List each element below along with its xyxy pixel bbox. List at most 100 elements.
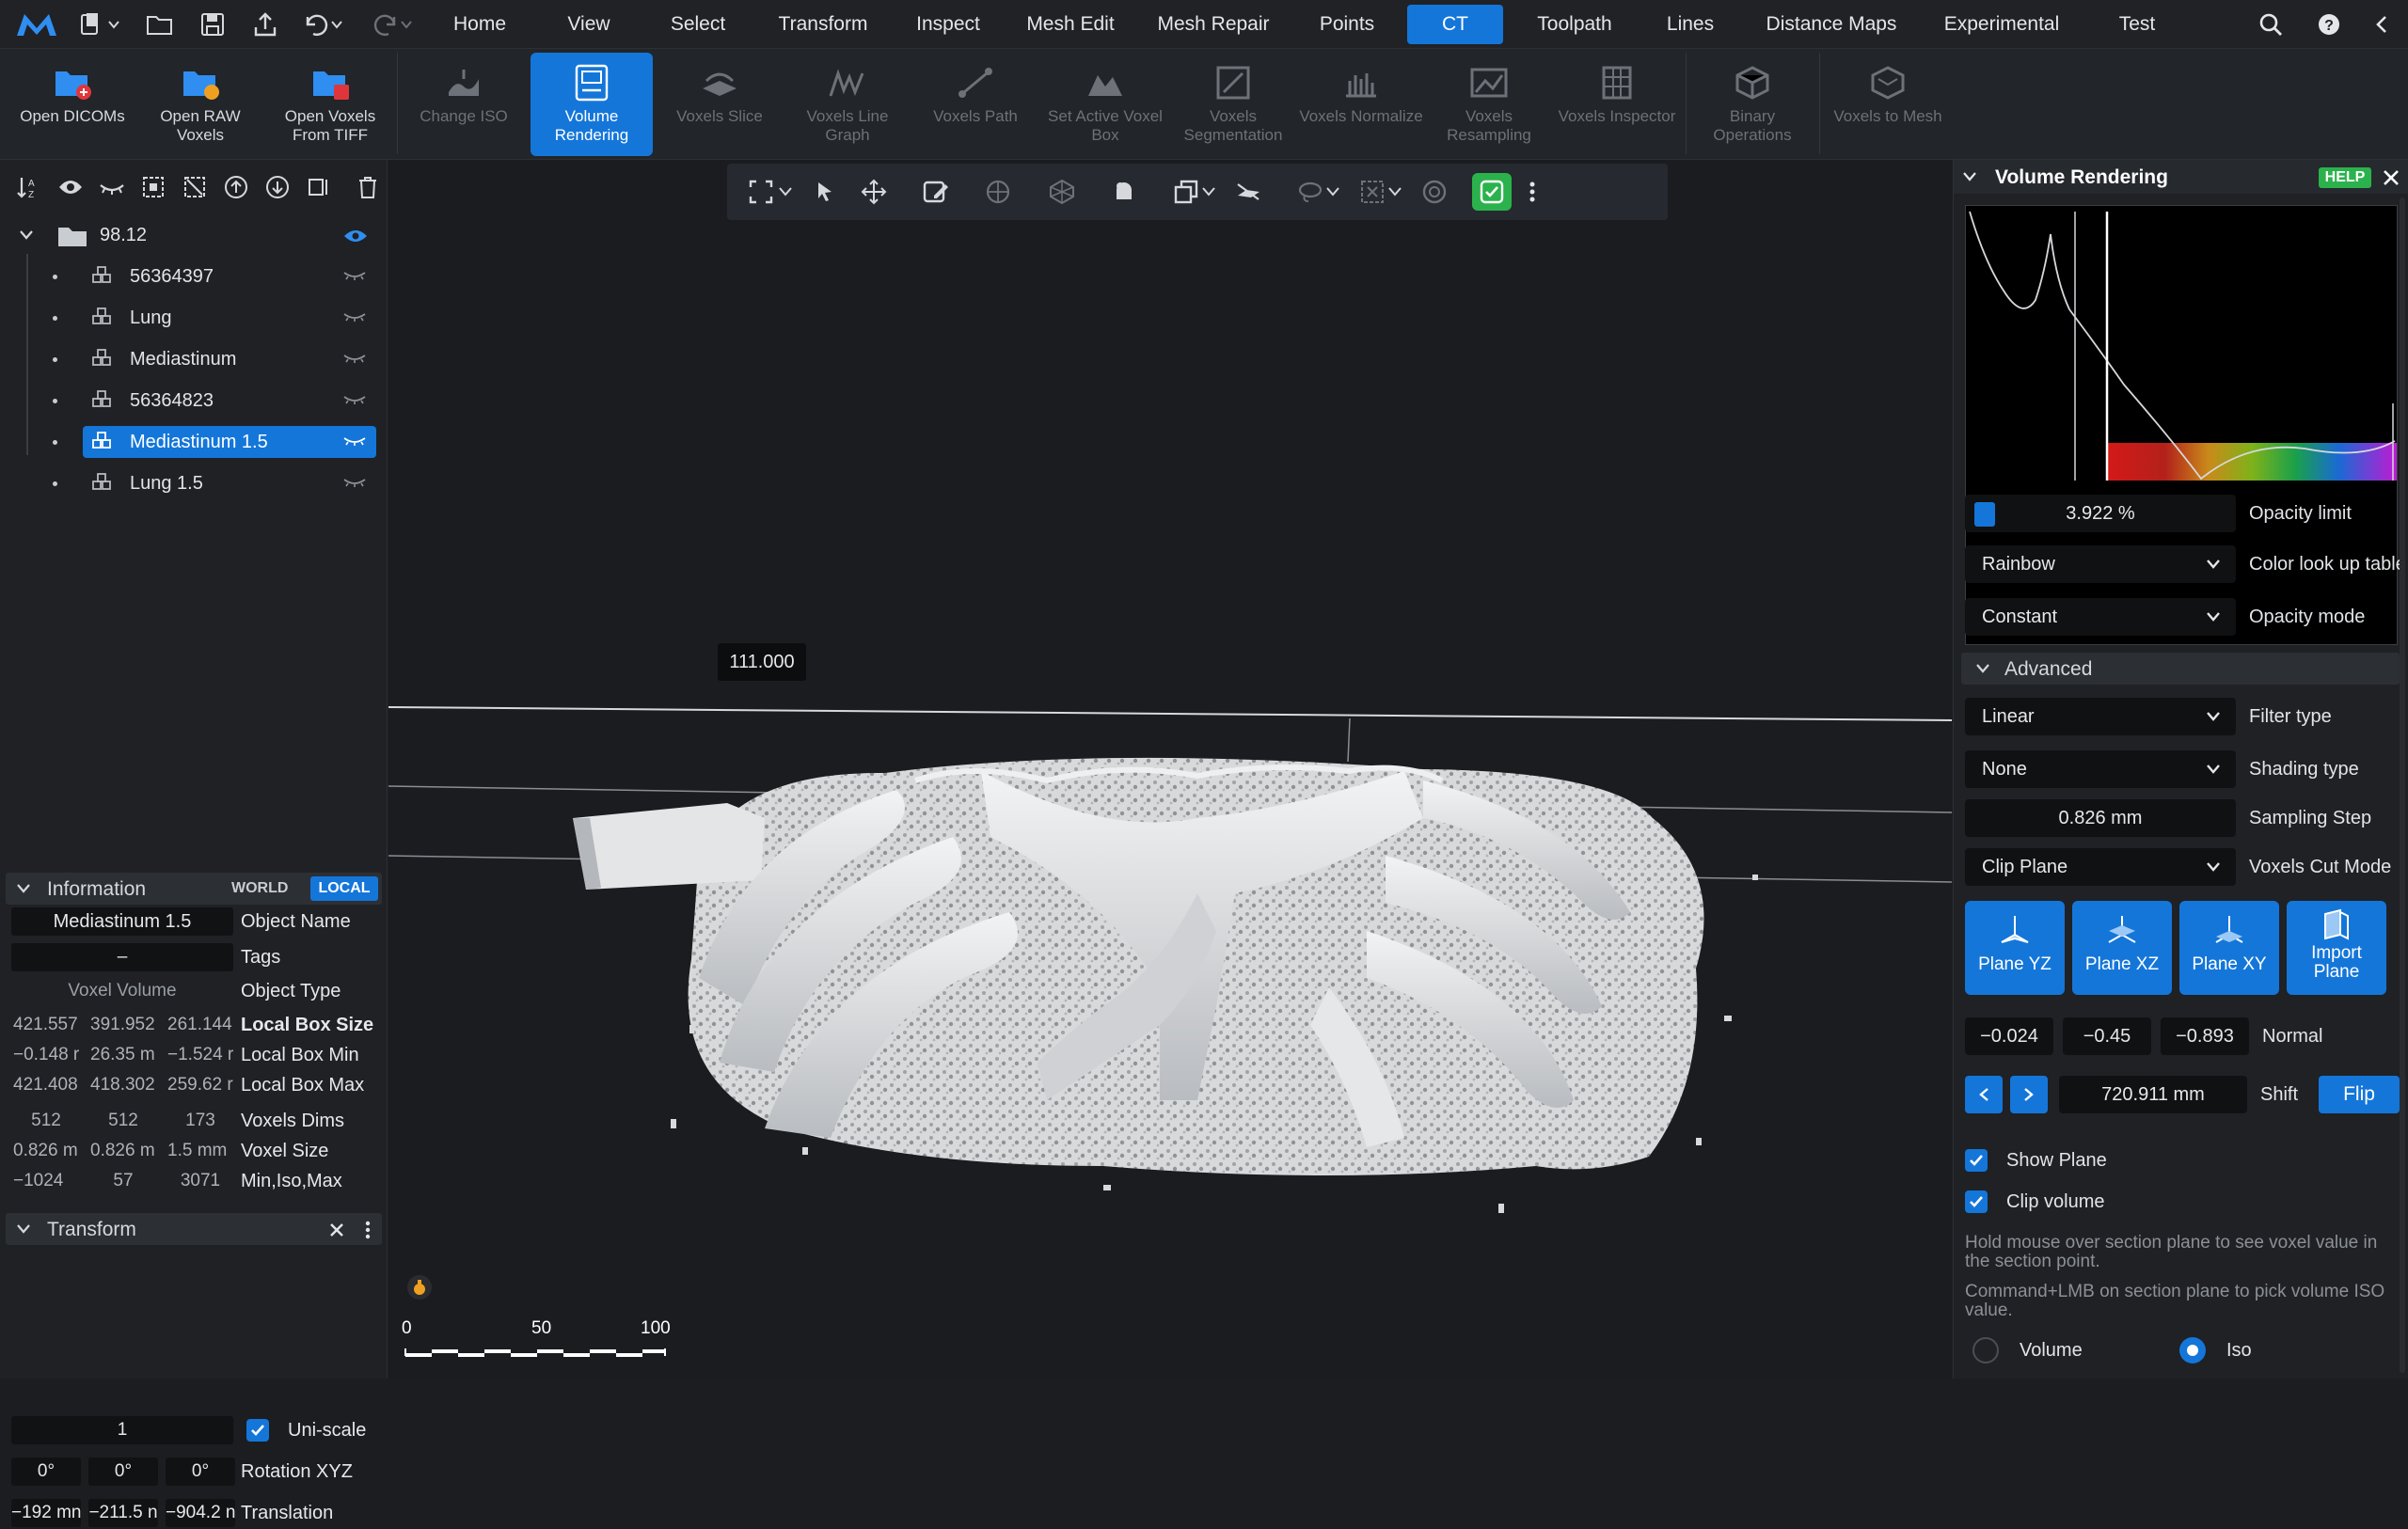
tree-item-mediastinum[interactable]: Mediastinum [0,340,386,378]
clip-volume-checkbox[interactable] [1965,1190,1988,1213]
uniscale-checkbox[interactable] [246,1419,269,1442]
shift-input[interactable]: 720.911 mm [2059,1076,2247,1113]
tree-item-56364397[interactable]: 56364397 [0,258,386,295]
shift-decrease-button[interactable] [1965,1076,2003,1113]
menu-lines[interactable]: Lines [1646,0,1735,49]
open-raw-voxels-button[interactable]: Open RAW Voxels [137,53,263,156]
translation-x-input[interactable]: −192 mn [11,1499,81,1527]
tree-item-lung-1-5[interactable]: Lung 1.5 [0,465,386,502]
close-icon[interactable] [2383,169,2400,186]
hidden-eye-icon[interactable] [342,434,367,448]
voxels-to-mesh-button[interactable]: Voxels to Mesh [1825,53,1951,156]
collapse-chevron-icon[interactable] [2365,9,2399,39]
visibility-eye-icon[interactable] [342,228,369,244]
menu-points[interactable]: Points [1298,0,1396,49]
split-panel-icon[interactable] [305,173,333,201]
menu-toolpath[interactable]: Toolpath [1520,0,1629,49]
tree-item-56364823[interactable]: 56364823 [0,382,386,419]
scale-input[interactable]: 1 [11,1416,233,1444]
rotation-x-input[interactable]: 0° [11,1458,81,1486]
normal-y-input[interactable]: −0.45 [2063,1017,2151,1055]
hidden-eye-icon[interactable] [342,310,367,323]
world-toggle[interactable]: WORLD [231,880,288,897]
hidden-eye-icon[interactable] [342,476,367,489]
color-lut-dropdown[interactable]: Rainbow [1965,545,2236,583]
tags-field[interactable]: – [11,943,233,971]
more-vertical-icon[interactable] [365,1221,371,1239]
normal-x-input[interactable]: −0.024 [1965,1017,2053,1055]
menu-view[interactable]: View [544,0,634,49]
3d-viewport[interactable]: 111.000 0 50 100 [388,160,1952,1379]
rotation-y-input[interactable]: 0° [88,1458,158,1486]
transform-header[interactable]: Transform [6,1213,382,1245]
search-icon[interactable] [2254,9,2288,39]
plane-yz-button[interactable]: Plane YZ [1965,901,2065,995]
hidden-eye-icon[interactable] [98,173,126,201]
voxels-inspector-button[interactable]: Voxels Inspector [1554,53,1680,156]
menu-home[interactable]: Home [433,0,527,49]
visibility-eye-icon[interactable] [56,173,85,201]
select-all-icon[interactable] [139,173,167,201]
menu-inspect[interactable]: Inspect [901,0,995,49]
save-icon[interactable] [196,9,230,39]
hidden-eye-icon[interactable] [342,352,367,365]
opacity-limit-slider[interactable]: 3.922 % [1965,495,2236,532]
hidden-eye-icon[interactable] [342,269,367,282]
radio-iso[interactable] [2179,1337,2206,1363]
slider-handle[interactable] [1974,502,1995,527]
sort-icon[interactable]: AZ [13,173,41,201]
menu-distance-maps[interactable]: Distance Maps [1751,0,1911,49]
voxels-normalize-button[interactable]: Voxels Normalize [1298,53,1424,156]
chevron-down-icon[interactable] [1963,172,1976,181]
move-up-icon[interactable] [222,173,250,201]
import-plane-button[interactable]: Import Plane [2287,901,2386,995]
binary-operations-button[interactable]: Binary Operations [1691,53,1814,156]
hidden-eye-icon[interactable] [342,393,367,406]
flip-button[interactable]: Flip [2319,1076,2400,1113]
open-folder-icon[interactable] [143,9,177,39]
advanced-header[interactable]: Advanced [1961,653,2400,685]
menu-mesh-edit[interactable]: Mesh Edit [1012,0,1129,49]
set-active-voxel-box-button[interactable]: Set Active Voxel Box [1042,53,1168,156]
filter-type-dropdown[interactable]: Linear [1965,698,2236,735]
menu-select[interactable]: Select [651,0,745,49]
redo-icon[interactable] [369,9,418,39]
sampling-step-input[interactable]: 0.826 mm [1965,799,2236,837]
change-iso-button[interactable]: Change ISO [403,53,525,156]
rotation-z-input[interactable]: 0° [166,1458,235,1486]
tree-item-lung[interactable]: Lung [0,299,386,337]
object-name-field[interactable]: Mediastinum 1.5 [11,907,233,936]
menu-test[interactable]: Test [2092,0,2182,49]
menu-experimental[interactable]: Experimental [1928,0,2075,49]
open-dicoms-button[interactable]: Open DICOMs [9,53,135,156]
information-header[interactable]: Information WORLD LOCAL [6,873,382,905]
chevron-down-icon[interactable] [19,229,34,241]
voxels-resampling-button[interactable]: Voxels Resampling [1426,53,1552,156]
shading-type-dropdown[interactable]: None [1965,750,2236,788]
cut-mode-dropdown[interactable]: Clip Plane [1965,848,2236,886]
volume-rendering-button[interactable]: Volume Rendering [531,53,653,156]
help-badge[interactable]: HELP [2319,167,2371,188]
voxels-path-button[interactable]: Voxels Path [914,53,1037,156]
voxels-segmentation-button[interactable]: Voxels Segmentation [1170,53,1296,156]
menu-ct[interactable]: CT [1407,5,1503,44]
voxels-line-graph-button[interactable]: Voxels Line Graph [786,53,909,156]
section-plane-line[interactable] [388,706,1952,721]
voxels-slice-button[interactable]: Voxels Slice [658,53,781,156]
move-down-icon[interactable] [263,173,292,201]
panel-scrollbar[interactable] [2400,197,2405,1373]
trash-icon[interactable] [354,173,382,201]
plane-xz-button[interactable]: Plane XZ [2072,901,2172,995]
tree-root-folder[interactable]: 98.12 [0,216,386,254]
translation-z-input[interactable]: −904.2 n [166,1499,235,1527]
local-toggle[interactable]: LOCAL [310,876,378,901]
shift-increase-button[interactable] [2010,1076,2048,1113]
menu-transform[interactable]: Transform [762,0,884,49]
tree-item-mediastinum-1-5[interactable]: Mediastinum 1.5 [0,423,386,461]
normal-z-input[interactable]: −0.893 [2161,1017,2249,1055]
deselect-icon[interactable] [181,173,209,201]
open-voxels-tiff-button[interactable]: Open Voxels From TIFF [267,53,393,156]
show-plane-checkbox[interactable] [1965,1149,1988,1172]
new-file-dropdown-icon[interactable] [77,9,124,39]
close-icon[interactable] [329,1222,344,1237]
